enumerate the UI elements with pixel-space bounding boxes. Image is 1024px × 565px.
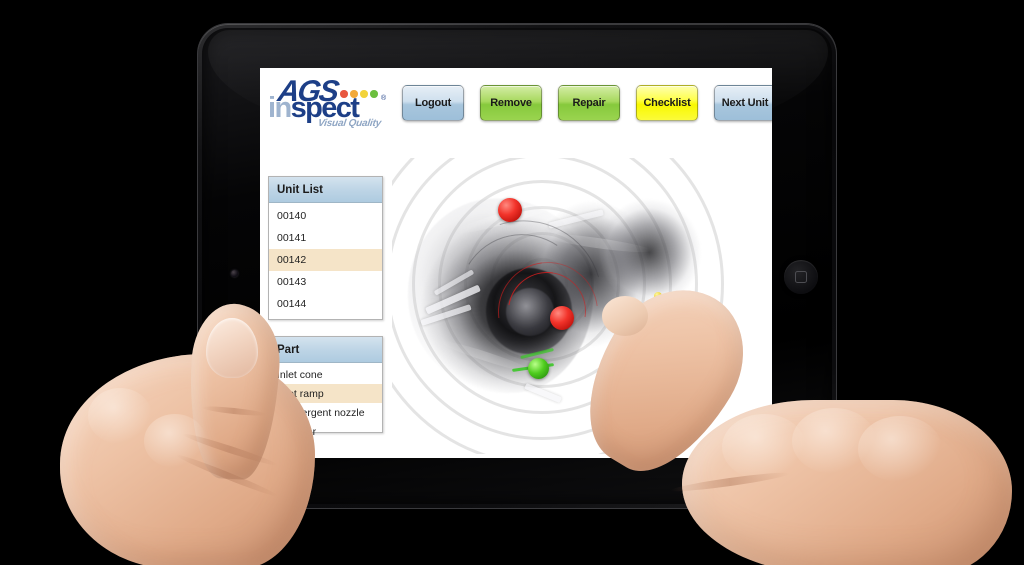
remove-button[interactable]: Remove [480, 85, 542, 121]
right-hand-touching-screen [558, 263, 1016, 565]
repair-button[interactable]: Repair [558, 85, 620, 121]
logo-tagline: Visual Quality [317, 118, 382, 129]
checklist-button[interactable]: Checklist [636, 85, 698, 121]
fan-vane [524, 383, 562, 403]
defect-marker-red[interactable] [550, 306, 574, 330]
list-item[interactable]: 00142 [269, 249, 382, 271]
left-hand-holding-tablet [60, 296, 360, 565]
front-camera-icon [231, 270, 238, 277]
app-header: AGS inspect ® Visual Quality Logout Remo… [260, 68, 772, 131]
next-unit-button[interactable]: Next Unit [714, 85, 772, 121]
defect-marker-red[interactable] [498, 198, 522, 222]
list-item[interactable]: 00143 [269, 271, 382, 293]
screenshot-root: AGS inspect ® Visual Quality Logout Remo… [0, 0, 1024, 565]
right-index-fingertip [602, 296, 648, 336]
left-thumb-nail [206, 318, 258, 378]
unit-list-title: Unit List [269, 177, 382, 203]
knuckle [88, 388, 152, 444]
app-logo: AGS inspect ® Visual Quality [268, 73, 396, 131]
logo-word-prefix: in [268, 92, 292, 124]
logo-registered-mark: ® [381, 95, 387, 102]
logout-button[interactable]: Logout [402, 85, 464, 121]
knuckle [858, 416, 942, 482]
list-item[interactable]: 00141 [269, 227, 382, 249]
list-item[interactable]: 00140 [269, 205, 382, 227]
defect-marker-green[interactable] [528, 358, 549, 379]
